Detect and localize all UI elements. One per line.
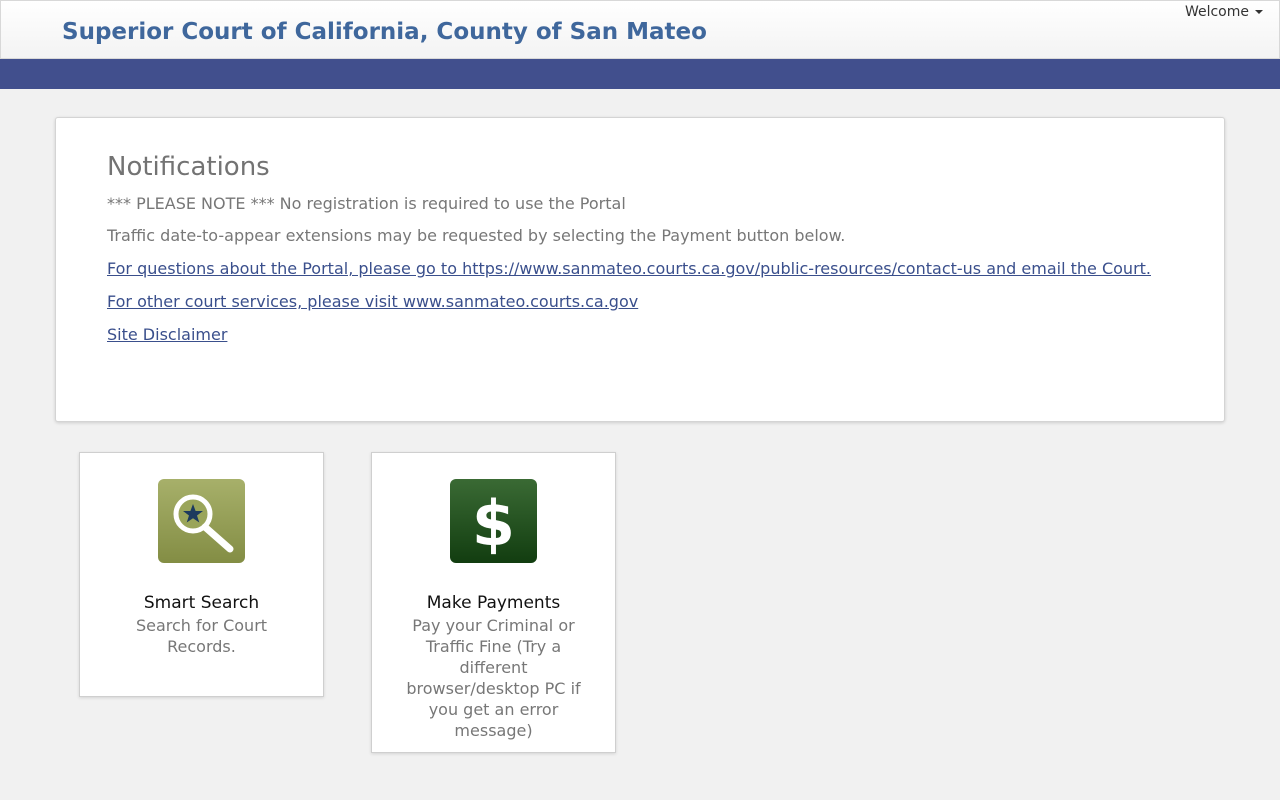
navbar <box>0 59 1280 89</box>
site-header: Superior Court of California, County of … <box>0 0 1280 59</box>
svg-text:$: $ <box>472 487 515 560</box>
traffic-note: Traffic date-to-appear extensions may be… <box>107 226 846 245</box>
make-payments-description: Pay your Criminal or Traffic Fine (Try a… <box>406 616 581 740</box>
make-payments-title: Make Payments <box>426 593 561 613</box>
smart-search-tile[interactable]: Smart Search Search for Court Records. <box>79 452 324 697</box>
caret-down-icon <box>1255 10 1263 14</box>
notifications-title: Notifications <box>107 152 270 182</box>
welcome-label: Welcome <box>1184 4 1249 20</box>
welcome-menu[interactable]: Welcome <box>1185 4 1263 20</box>
court-services-link[interactable]: For other court services, please visit w… <box>107 292 638 311</box>
dollar-icon: $ <box>450 479 537 563</box>
notifications-panel: Notifications *** PLEASE NOTE *** No reg… <box>55 117 1225 422</box>
smart-search-description: Search for Court Records. <box>135 616 268 656</box>
questions-link[interactable]: For questions about the Portal, please g… <box>107 259 1151 278</box>
site-disclaimer-link[interactable]: Site Disclaimer <box>107 325 227 344</box>
registration-note: *** PLEASE NOTE *** No registration is r… <box>107 194 626 213</box>
make-payments-tile[interactable]: $ Make Payments Pay your Criminal or Tra… <box>371 452 616 753</box>
smart-search-title: Smart Search <box>143 593 260 613</box>
magnifier-star-icon <box>158 479 245 563</box>
site-title: Superior Court of California, County of … <box>62 19 707 45</box>
